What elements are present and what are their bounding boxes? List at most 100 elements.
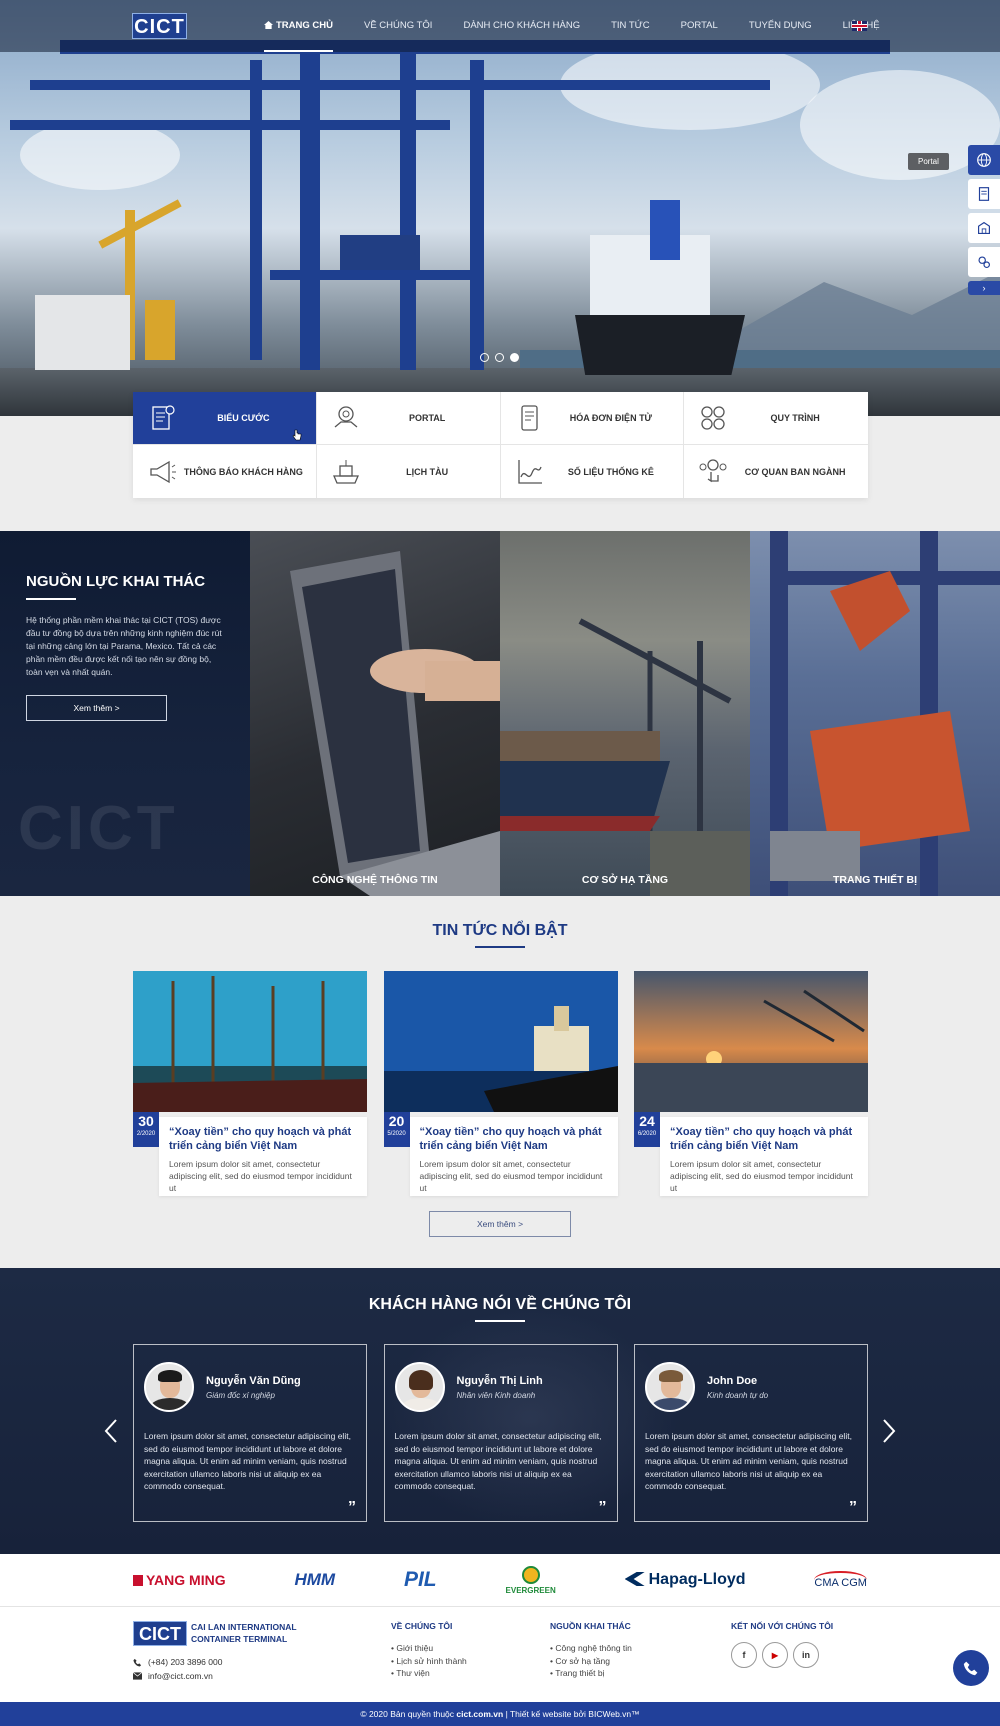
- side-gears-button[interactable]: [968, 247, 1000, 277]
- crane-leg: [470, 60, 484, 370]
- avatar: [144, 1362, 194, 1412]
- footer-company-name: CAI LAN INTERNATIONAL CONTAINER TERMINAL: [191, 1622, 297, 1644]
- partner-logo-hapag-lloyd[interactable]: Hapag-Lloyd: [624, 1571, 746, 1589]
- service-e-invoice[interactable]: HÓA ĐƠN ĐIỆN TỬ: [500, 392, 685, 445]
- side-building-button[interactable]: [968, 213, 1000, 243]
- testimonial-text: Lorem ipsum dolor sit amet, consectetur …: [645, 1431, 852, 1491]
- quote-icon: ”: [598, 1499, 607, 1516]
- footer-column-title: NGUỒN KHAI THÁC: [550, 1621, 631, 1631]
- chevron-left-icon[interactable]: [104, 1418, 118, 1444]
- harbor-building: [35, 295, 130, 370]
- slider-dot-active[interactable]: [510, 353, 519, 362]
- service-ship-schedule[interactable]: LỊCH TÀU: [317, 445, 501, 498]
- resource-card-infrastructure[interactable]: CƠ SỞ HẠ TẦNG: [500, 531, 750, 896]
- service-label: SỐ LIỆU THỐNG KÊ: [567, 466, 654, 477]
- home-icon: [264, 21, 273, 29]
- slider-dot[interactable]: [480, 353, 489, 362]
- copyright-suffix: | Thiết kế website bởi BICWeb.vn™: [505, 1709, 640, 1719]
- partner-logo-pil[interactable]: PIL: [404, 1568, 437, 1592]
- service-process[interactable]: QUY TRÌNH: [684, 392, 868, 445]
- facebook-icon[interactable]: f: [731, 1642, 757, 1668]
- ship-funnel: [650, 200, 680, 260]
- service-portal[interactable]: PORTAL: [316, 392, 501, 445]
- news-card[interactable]: 24 6/2020 “Xoay tiền” cho quy hoạch và ph…: [634, 971, 868, 1196]
- nav-item-about[interactable]: VỀ CHÚNG TÔI: [364, 0, 432, 52]
- footer-link[interactable]: Công nghệ thông tin: [550, 1642, 632, 1655]
- crane-leg: [400, 40, 416, 370]
- partner-logo-hmm[interactable]: HMM: [294, 1570, 335, 1590]
- news-card[interactable]: 30 2/2020 “Xoay tiền” cho quy hoạch và ph…: [133, 971, 367, 1196]
- nav-item-home[interactable]: TRANG CHỦ: [264, 0, 333, 52]
- evergreen-emblem-icon: [521, 1565, 540, 1584]
- footer-email[interactable]: info@cict.com.vn: [133, 1671, 213, 1681]
- side-document-button[interactable]: [968, 179, 1000, 209]
- news-headline[interactable]: “Xoay tiền” cho quy hoạch và phát triển …: [670, 1125, 858, 1153]
- resources-text: Hệ thống phần mềm khai thác tại CICT (TO…: [26, 615, 222, 677]
- testimonial-name: Nguyễn Thị Linh: [456, 1375, 543, 1387]
- title-divider: [26, 598, 76, 600]
- resource-card-it[interactable]: CÔNG NGHỆ THÔNG TIN: [250, 531, 500, 896]
- gears-icon: [978, 256, 990, 268]
- resource-card-equipment[interactable]: TRANG THIẾT BỊ: [750, 531, 1000, 896]
- resource-card-caption: CÔNG NGHỆ THÔNG TIN: [312, 874, 438, 886]
- site-logo[interactable]: CICT: [132, 13, 187, 39]
- testimonial-card: John Doe Kinh doanh tự do Lorem ipsum do…: [634, 1344, 868, 1522]
- hapag-lloyd-mark-icon: [624, 1572, 645, 1586]
- footer-logo[interactable]: CICT: [133, 1621, 187, 1646]
- footer-about-column: VỀ CHÚNG TÔI Giới thiệu Lịch sử hình thà…: [391, 1621, 467, 1680]
- nav-item-customers[interactable]: DÀNH CHO KHÁCH HÀNG: [463, 0, 580, 52]
- linkedin-icon[interactable]: in: [793, 1642, 819, 1668]
- call-button[interactable]: [953, 1650, 989, 1686]
- slider-dot[interactable]: [495, 353, 504, 362]
- copyright-site-link[interactable]: cict.com.vn: [456, 1709, 503, 1719]
- uk-flag-icon[interactable]: [852, 21, 867, 31]
- footer-link[interactable]: Giới thiệu: [391, 1642, 467, 1655]
- spreader: [340, 235, 420, 270]
- side-quicklinks: ›: [968, 145, 1000, 295]
- resources-intro: NGUỒN LỰC KHAI THÁC Hệ thống phần mềm kh…: [0, 531, 250, 896]
- phone-icon: [133, 1658, 142, 1667]
- yellow-crane-base: [145, 300, 175, 360]
- globe-icon: [977, 153, 991, 167]
- nav-item-news[interactable]: TIN TỨC: [611, 0, 650, 52]
- service-label: THÔNG BÁO KHÁCH HÀNG: [183, 466, 303, 477]
- nav-item-careers[interactable]: TUYỂN DỤNG: [749, 0, 812, 52]
- news-headline[interactable]: “Xoay tiền” cho quy hoạch và phát triển …: [169, 1125, 357, 1153]
- service-tariff[interactable]: BIỂU CƯỚC: [133, 392, 317, 445]
- slider-dots: [480, 353, 519, 362]
- nav-item-portal[interactable]: PORTAL: [681, 0, 718, 52]
- service-customer-notice[interactable]: THÔNG BÁO KHÁCH HÀNG: [133, 445, 317, 498]
- service-authorities[interactable]: CƠ QUAN BAN NGÀNH: [684, 445, 868, 498]
- service-label: BIỂU CƯỚC: [217, 413, 270, 423]
- side-expand-arrow[interactable]: ›: [968, 281, 1000, 295]
- chevron-right-icon[interactable]: [882, 1418, 896, 1444]
- youtube-icon[interactable]: ▶: [762, 1642, 788, 1668]
- partner-logo-cma-cgm[interactable]: CMA CGM: [814, 1571, 867, 1589]
- news-headline[interactable]: “Xoay tiền” cho quy hoạch và phát triển …: [420, 1125, 608, 1153]
- resources-more-button[interactable]: Xem thêm >: [26, 695, 167, 721]
- partner-logo-yangming[interactable]: YANG MING: [133, 1572, 226, 1588]
- resources-watermark: CICT: [18, 794, 179, 863]
- news-date-badge: 30 2/2020: [133, 1112, 159, 1147]
- footer-link[interactable]: Trang thiết bị: [550, 1667, 632, 1680]
- crane-beam: [270, 270, 480, 280]
- service-statistics[interactable]: SỐ LIỆU THỐNG KÊ: [501, 445, 685, 498]
- testimonial-name: John Doe: [707, 1375, 758, 1387]
- footer-link[interactable]: Cơ sở hạ tầng: [550, 1655, 632, 1668]
- copyright-bar: © 2020 Bản quyền thuộc cict.com.vn | Thi…: [0, 1702, 1000, 1726]
- service-label: CƠ QUAN BAN NGÀNH: [744, 466, 846, 477]
- hand-cursor-icon: [292, 429, 302, 441]
- testimonial-text: Lorem ipsum dolor sit amet, consectetur …: [394, 1431, 602, 1491]
- news-body: “Xoay tiền” cho quy hoạch và phát triển …: [409, 1117, 618, 1196]
- equipment-illustration: [770, 531, 1000, 896]
- phone-icon: [963, 1661, 978, 1676]
- news-card[interactable]: 20 5/2020 “Xoay tiền” cho quy hoạch và ph…: [383, 971, 618, 1196]
- footer-link[interactable]: Thư viện: [391, 1667, 467, 1680]
- service-label: QUY TRÌNH: [770, 413, 820, 423]
- crane-leg: [300, 40, 320, 370]
- partner-logo-evergreen[interactable]: EVERGREEN: [506, 1565, 556, 1595]
- testimonial-role: Kinh doanh tự do: [707, 1391, 769, 1400]
- footer-link[interactable]: Lịch sử hình thành: [391, 1655, 466, 1668]
- side-portal-button[interactable]: [968, 145, 1000, 175]
- news-more-button[interactable]: Xem thêm >: [429, 1211, 571, 1237]
